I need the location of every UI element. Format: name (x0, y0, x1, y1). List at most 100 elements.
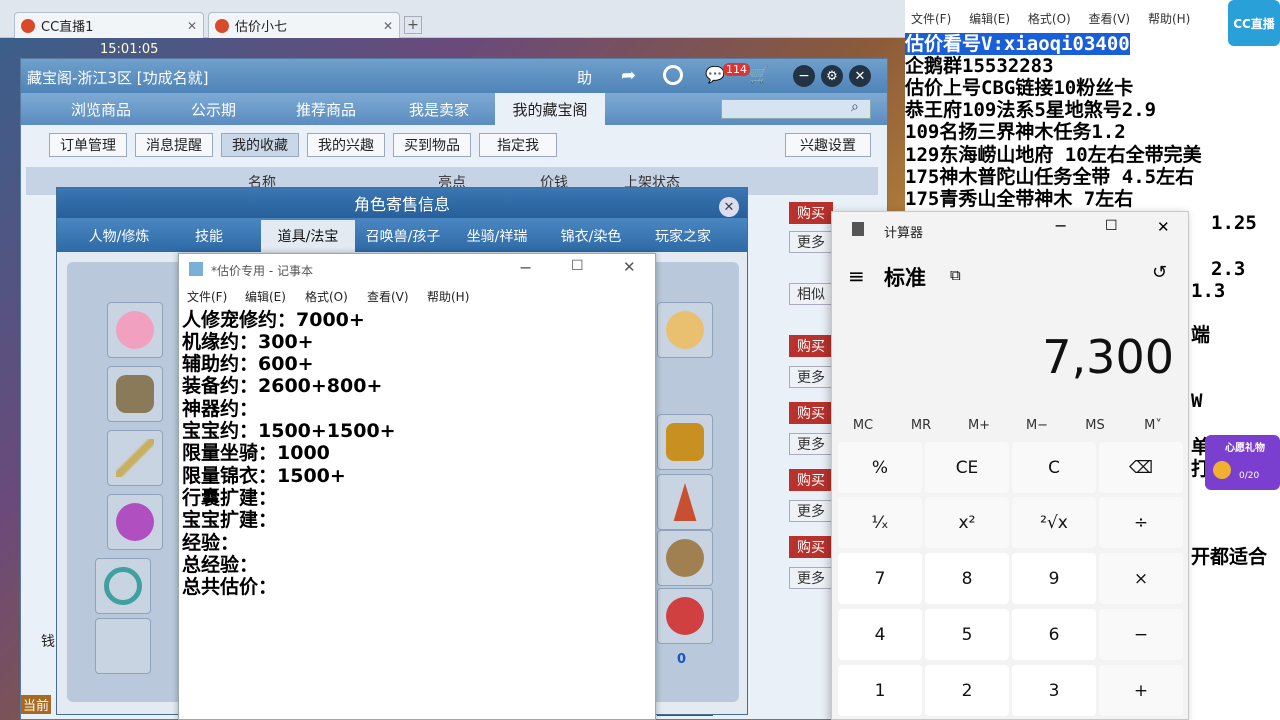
order-management-button[interactable]: 订单管理 (49, 133, 127, 157)
inventory-slot[interactable] (95, 558, 151, 614)
menu-format[interactable]: 格式(O) (1028, 12, 1071, 26)
tab-my-cbg[interactable]: 我的藏宝阁 (495, 93, 605, 125)
tab-pets[interactable]: 召唤兽/孩子 (357, 220, 449, 252)
keep-on-top-icon[interactable]: ⧉ (950, 266, 961, 284)
inventory-slot[interactable] (107, 494, 163, 550)
message-icon[interactable]: 💬 (705, 65, 725, 84)
digit-6-button[interactable]: 6 (1012, 609, 1096, 660)
buy-button[interactable]: 购买 (789, 335, 833, 357)
buy-button[interactable]: 购买 (789, 202, 833, 224)
tab-character[interactable]: 人物/修炼 (77, 220, 161, 252)
menu-view[interactable]: 查看(V) (1089, 12, 1131, 26)
digit-9-button[interactable]: 9 (1012, 553, 1096, 604)
buy-button[interactable]: 购买 (789, 402, 833, 424)
close-icon[interactable]: ✕ (1157, 218, 1170, 236)
help-button[interactable]: 助 (577, 67, 592, 88)
minimize-icon[interactable]: − (793, 65, 815, 87)
memory-list-button[interactable]: M˅ (1125, 412, 1181, 438)
menu-edit[interactable]: 编辑(E) (969, 12, 1010, 26)
my-favorites-button[interactable]: 我的收藏 (221, 133, 299, 157)
tab-skills[interactable]: 技能 (167, 220, 251, 252)
memory-store-button[interactable]: MS (1067, 412, 1123, 438)
percent-button[interactable]: % (838, 442, 922, 493)
minimize-icon[interactable]: − (519, 258, 532, 277)
history-icon[interactable]: ↺ (1152, 262, 1167, 283)
stop-icon[interactable] (663, 65, 683, 85)
more-button[interactable]: 更多 (789, 567, 833, 589)
menu-help[interactable]: 帮助(H) (427, 288, 469, 305)
close-icon[interactable]: ✕ (719, 197, 739, 217)
search-icon[interactable]: ⌕ (851, 99, 859, 115)
share-icon[interactable]: ➦ (621, 65, 636, 86)
new-tab-button[interactable]: + (404, 16, 422, 34)
memory-subtract-button[interactable]: M− (1009, 412, 1065, 438)
digit-3-button[interactable]: 3 (1012, 665, 1096, 716)
reciprocal-button[interactable]: ¹⁄ₓ (838, 497, 922, 548)
buy-button[interactable]: 购买 (789, 536, 833, 558)
menu-format[interactable]: 格式(O) (305, 288, 348, 305)
digit-4-button[interactable]: 4 (838, 609, 922, 660)
menu-view[interactable]: 查看(V) (367, 288, 409, 305)
tab-browse[interactable]: 浏览商品 (51, 93, 151, 125)
more-button[interactable]: 更多 (789, 231, 833, 253)
close-icon[interactable]: ✕ (849, 65, 871, 87)
more-button[interactable]: 更多 (789, 500, 833, 522)
tab-outfits[interactable]: 锦衣/染色 (549, 220, 633, 252)
menu-icon[interactable]: ≡ (848, 264, 865, 288)
minimize-icon[interactable]: − (1054, 216, 1067, 235)
inventory-slot[interactable] (657, 474, 713, 530)
purchased-items-button[interactable]: 买到物品 (393, 133, 471, 157)
tab-mounts[interactable]: 坐骑/祥瑞 (455, 220, 539, 252)
digit-5-button[interactable]: 5 (925, 609, 1009, 660)
backspace-button[interactable]: ⌫ (1099, 442, 1183, 493)
divide-button[interactable]: ÷ (1099, 497, 1183, 548)
tab-home[interactable]: 玩家之家 (641, 220, 725, 252)
inventory-slot[interactable] (107, 366, 163, 422)
similar-button[interactable]: 相似 (789, 283, 833, 305)
add-button[interactable]: + (1099, 665, 1183, 716)
tab-publicity[interactable]: 公示期 (166, 93, 261, 125)
maximize-icon[interactable]: ☐ (571, 258, 584, 274)
close-icon[interactable]: ✕ (623, 258, 636, 276)
multiply-button[interactable]: × (1099, 553, 1183, 604)
memory-add-button[interactable]: M+ (951, 412, 1007, 438)
subtract-button[interactable]: − (1099, 609, 1183, 660)
designated-me-button[interactable]: 指定我 (479, 133, 557, 157)
menu-file[interactable]: 文件(F) (187, 288, 227, 305)
cart-icon[interactable]: 🛒 (749, 65, 769, 84)
gear-icon[interactable]: ⚙ (821, 65, 843, 87)
buy-button[interactable]: 购买 (789, 469, 833, 491)
memory-recall-button[interactable]: MR (893, 412, 949, 438)
interest-settings-button[interactable]: 兴趣设置 (785, 133, 871, 157)
inventory-slot[interactable] (95, 618, 151, 674)
tab-recommended[interactable]: 推荐商品 (276, 93, 376, 125)
memory-clear-button[interactable]: MC (835, 412, 891, 438)
inventory-slot[interactable] (107, 430, 163, 486)
menu-help[interactable]: 帮助(H) (1148, 12, 1190, 26)
more-button[interactable]: 更多 (789, 366, 833, 388)
menu-file[interactable]: 文件(F) (911, 12, 951, 26)
close-icon[interactable]: ✕ (383, 19, 393, 33)
inventory-slot[interactable] (657, 414, 713, 470)
my-interests-button[interactable]: 我的兴趣 (307, 133, 385, 157)
close-icon[interactable]: ✕ (187, 19, 197, 33)
message-reminder-button[interactable]: 消息提醒 (135, 133, 213, 157)
inventory-slot[interactable] (657, 588, 713, 644)
clear-entry-button[interactable]: CE (925, 442, 1009, 493)
square-button[interactable]: x² (925, 497, 1009, 548)
digit-1-button[interactable]: 1 (838, 665, 922, 716)
digit-7-button[interactable]: 7 (838, 553, 922, 604)
more-button[interactable]: 更多 (789, 433, 833, 455)
inventory-slot[interactable] (657, 530, 713, 586)
menu-edit[interactable]: 编辑(E) (245, 288, 286, 305)
tab-seller[interactable]: 我是卖家 (389, 93, 489, 125)
square-root-button[interactable]: ²√x (1012, 497, 1096, 548)
inventory-slot[interactable] (107, 302, 163, 358)
digit-8-button[interactable]: 8 (925, 553, 1009, 604)
clear-button[interactable]: C (1012, 442, 1096, 493)
tab-items[interactable]: 道具/法宝 (261, 220, 355, 252)
gift-widget[interactable]: 心愿礼物 0/20 (1205, 435, 1280, 490)
browser-tab-appraisal[interactable]: 估价小七 ✕ (208, 12, 400, 38)
search-input[interactable] (721, 99, 871, 119)
maximize-icon[interactable]: ☐ (1105, 218, 1118, 234)
